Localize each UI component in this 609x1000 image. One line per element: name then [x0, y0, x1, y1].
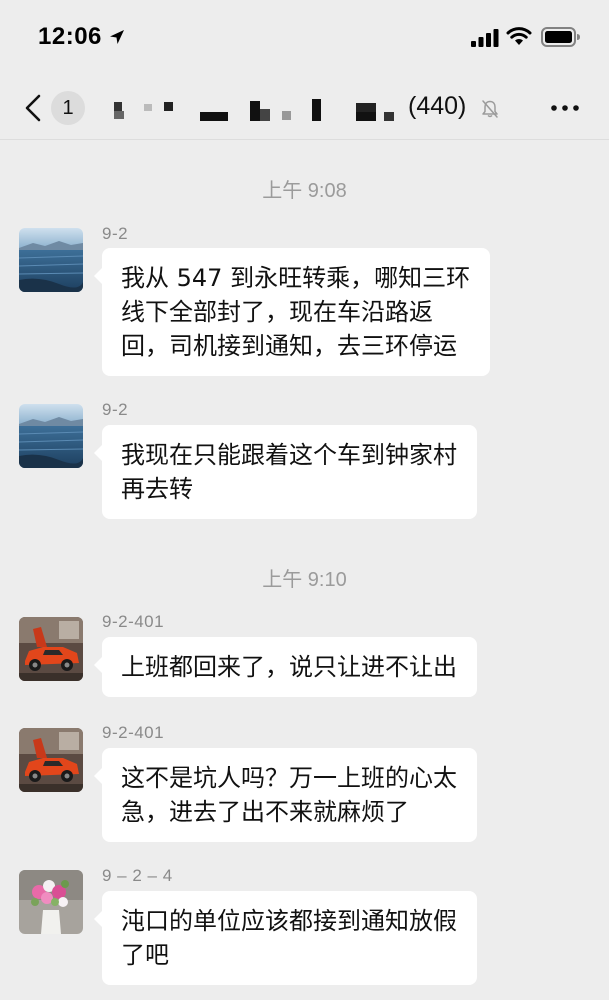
header-divider	[0, 139, 609, 140]
status-bar: 12:06	[0, 0, 609, 78]
message-bubble[interactable]: 上班都回来了，说只让进不让出	[94, 637, 477, 697]
sender-name: 9-2	[102, 224, 129, 243]
lake-photo-avatar[interactable]	[19, 228, 83, 292]
sender-name: 9-2-401	[102, 612, 165, 631]
timestamp: 上午 9:08	[262, 180, 347, 202]
more-dots-icon[interactable]	[550, 98, 580, 118]
red-sports-car-avatar[interactable]	[19, 617, 83, 681]
timestamp: 上午 9:10	[262, 569, 347, 591]
battery-icon	[541, 27, 580, 47]
bell-muted-icon	[482, 100, 498, 118]
red-sports-car-avatar[interactable]	[19, 728, 83, 792]
location-arrow-icon	[110, 30, 124, 44]
chevron-left-icon[interactable]	[22, 93, 44, 123]
status-time: 12:06	[38, 23, 102, 50]
sender-name: 9-2	[102, 400, 129, 419]
sender-name: 9 – 2 – 4	[102, 866, 173, 885]
lake-photo-avatar[interactable]	[19, 404, 83, 468]
chat-header: 1 (440)	[0, 78, 609, 140]
cellular-signal-icon	[471, 29, 499, 47]
member-count: (440)	[408, 92, 467, 120]
wifi-icon	[506, 27, 532, 45]
message-bubble[interactable]: 我现在只能跟着这个车到钟家村 再去转	[94, 425, 477, 519]
message-bubble[interactable]: 这不是坑人吗？万一上班的心太 急，进去了出不来就麻烦了	[94, 748, 477, 842]
flower-vase-avatar[interactable]	[19, 870, 83, 934]
message-bubble[interactable]: 我从 547 到永旺转乘，哪知三环 线下全部封了，现在车沿路返 回，司机接到通知…	[93, 248, 491, 376]
message-bubble[interactable]: 沌口的单位应该都接到通知放假 了吧	[94, 891, 477, 985]
unread-count-badge[interactable]: 1	[51, 91, 85, 125]
group-name-redacted	[112, 98, 412, 124]
sender-name: 9-2-401	[102, 723, 165, 742]
